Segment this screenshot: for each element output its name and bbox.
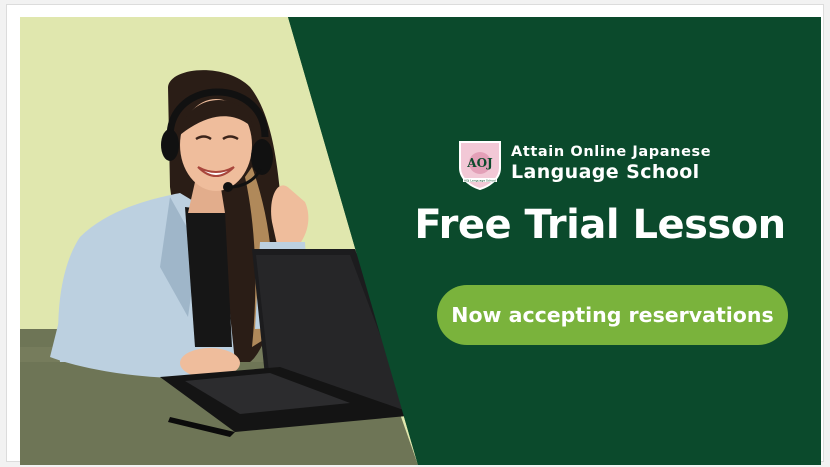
svg-text:AOJ: AOJ [466, 156, 493, 170]
svg-text:AOJ Language School: AOJ Language School [464, 178, 496, 182]
school-name: Attain Online Japanese Language School [511, 145, 711, 182]
school-logo: AOJ AOJ Language School Attain Online Ja… [457, 138, 711, 190]
school-name-line2: Language School [511, 160, 700, 183]
school-name-line1: Attain Online Japanese [511, 144, 712, 161]
reservation-button[interactable]: Now accepting reservations [437, 285, 788, 345]
shield-crest-icon: AOJ AOJ Language School [459, 141, 501, 190]
headline: Free Trial Lesson [414, 202, 786, 248]
promo-banner[interactable]: AOJ AOJ Language School Attain Online Ja… [20, 17, 821, 465]
